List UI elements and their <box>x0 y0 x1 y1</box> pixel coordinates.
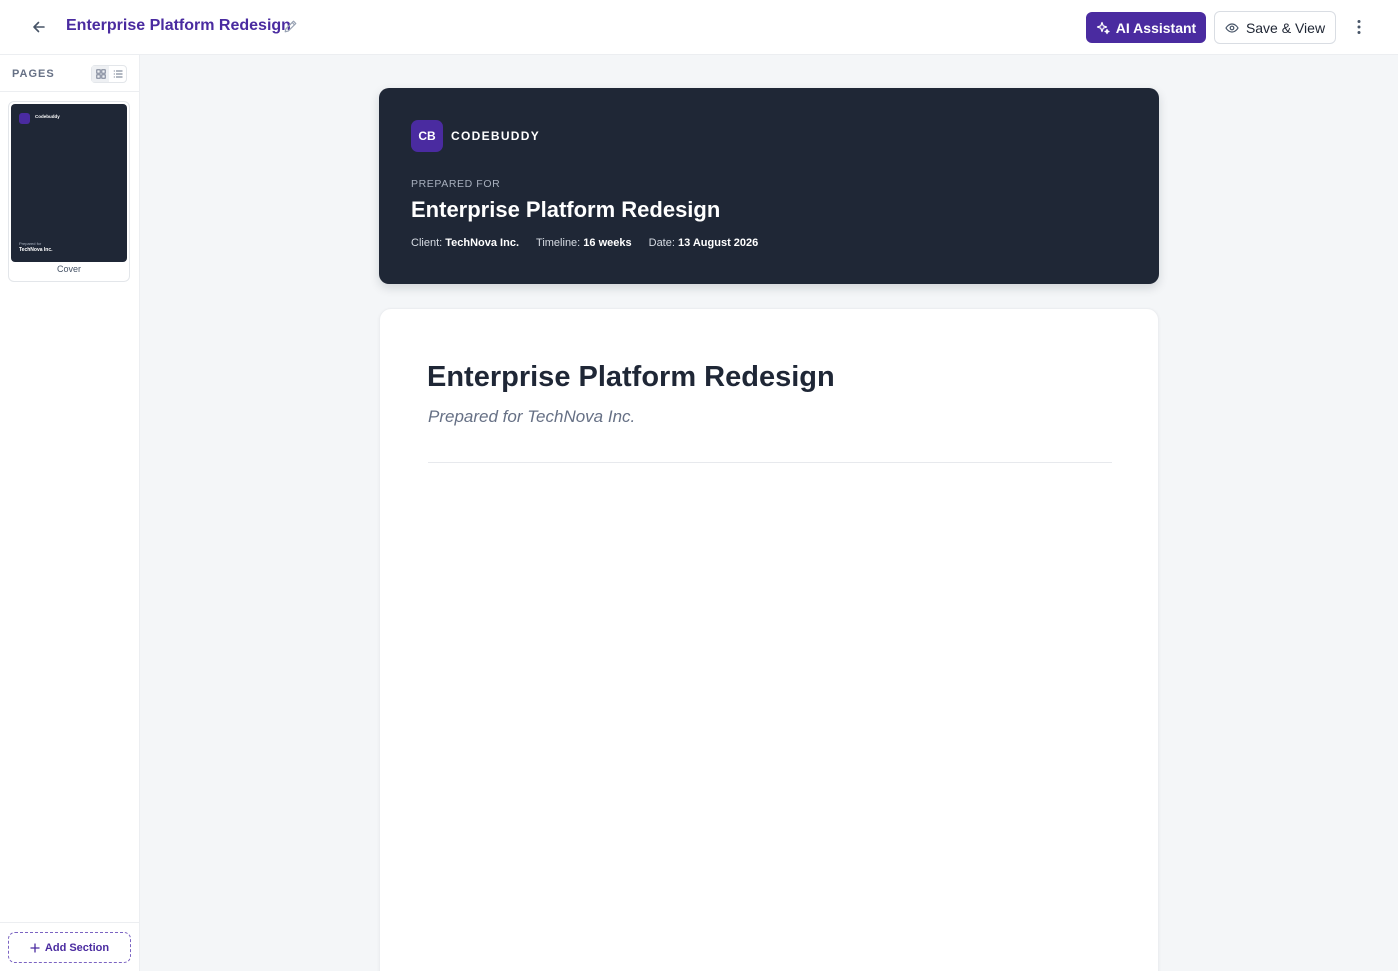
thumbnail-caption: Cover <box>56 264 81 274</box>
page-thumbnail-cover[interactable]: Codebuddy Prepared for TechNova Inc. Cov… <box>8 101 130 282</box>
thumbnail-preview: Codebuddy Prepared for TechNova Inc. <box>11 104 127 262</box>
prepared-for-label: PREPARED FOR <box>411 178 501 190</box>
add-section-button[interactable]: Add Section <box>8 932 131 963</box>
document-heading[interactable]: Enterprise Platform Redesign <box>427 361 835 394</box>
thumbnail-brand: Codebuddy <box>35 114 60 119</box>
client-meta-value: TechNova Inc. <box>445 237 520 249</box>
document-subtitle[interactable]: Prepared for TechNova Inc. <box>428 407 635 427</box>
save-view-label: Save & View <box>1245 19 1326 36</box>
add-section-label: Add Section <box>44 941 110 954</box>
more-vertical-icon <box>1357 20 1361 34</box>
timeline-meta-label: Timeline: <box>536 237 581 249</box>
cover-page[interactable]: CB CODEBUDDY PREPARED FOR Enterprise Pla… <box>379 88 1159 284</box>
sparkles-icon <box>1096 21 1110 34</box>
grid-view-toggle[interactable] <box>92 66 109 82</box>
timeline-meta: Timeline: 16 weeks <box>536 237 632 249</box>
pages-sidebar: PAGES Codebuddy Prepared for TechNova In… <box>0 55 140 971</box>
more-options-button[interactable] <box>1348 14 1370 40</box>
view-toggle <box>91 65 127 83</box>
eye-icon <box>1225 22 1239 33</box>
pencil-icon[interactable] <box>283 19 298 34</box>
cover-title: Enterprise Platform Redesign <box>411 197 721 222</box>
ai-assistant-button[interactable]: AI Assistant <box>1086 12 1206 43</box>
date-meta-value: 13 August 2026 <box>677 237 759 249</box>
sidebar-divider <box>0 922 139 923</box>
document-title[interactable]: Enterprise Platform Redesign <box>66 17 291 35</box>
pages-label: PAGES <box>12 68 55 80</box>
brand-logo: CB <box>411 120 443 152</box>
save-view-button[interactable]: Save & View <box>1214 11 1336 44</box>
ai-assistant-label: AI Assistant <box>1115 19 1197 36</box>
arrow-left-icon <box>33 21 45 33</box>
client-meta: Client: TechNova Inc. <box>411 237 519 249</box>
date-meta: Date: 13 August 2026 <box>649 237 759 249</box>
document-divider <box>428 462 1112 463</box>
brand-name: CODEBUDDY <box>451 129 541 143</box>
document-page[interactable]: Enterprise Platform Redesign Prepared fo… <box>379 308 1159 971</box>
timeline-meta-value: 16 weeks <box>583 237 632 249</box>
plus-icon <box>30 942 40 953</box>
thumbnail-logo <box>19 113 30 124</box>
client-meta-label: Client: <box>411 237 443 249</box>
date-meta-label: Date: <box>648 237 675 249</box>
thumbnail-prepared-label: Prepared for <box>19 241 42 246</box>
pages-header: PAGES <box>0 55 139 92</box>
back-button[interactable] <box>26 14 52 40</box>
list-icon <box>113 70 122 78</box>
top-bar: Enterprise Platform Redesign AI Assistan… <box>0 0 1398 55</box>
grid-icon <box>95 69 106 79</box>
list-view-toggle[interactable] <box>109 66 126 82</box>
cover-meta: Client: TechNova Inc. Timeline: 16 weeks… <box>411 237 758 249</box>
thumbnail-client: TechNova Inc. <box>19 247 53 253</box>
